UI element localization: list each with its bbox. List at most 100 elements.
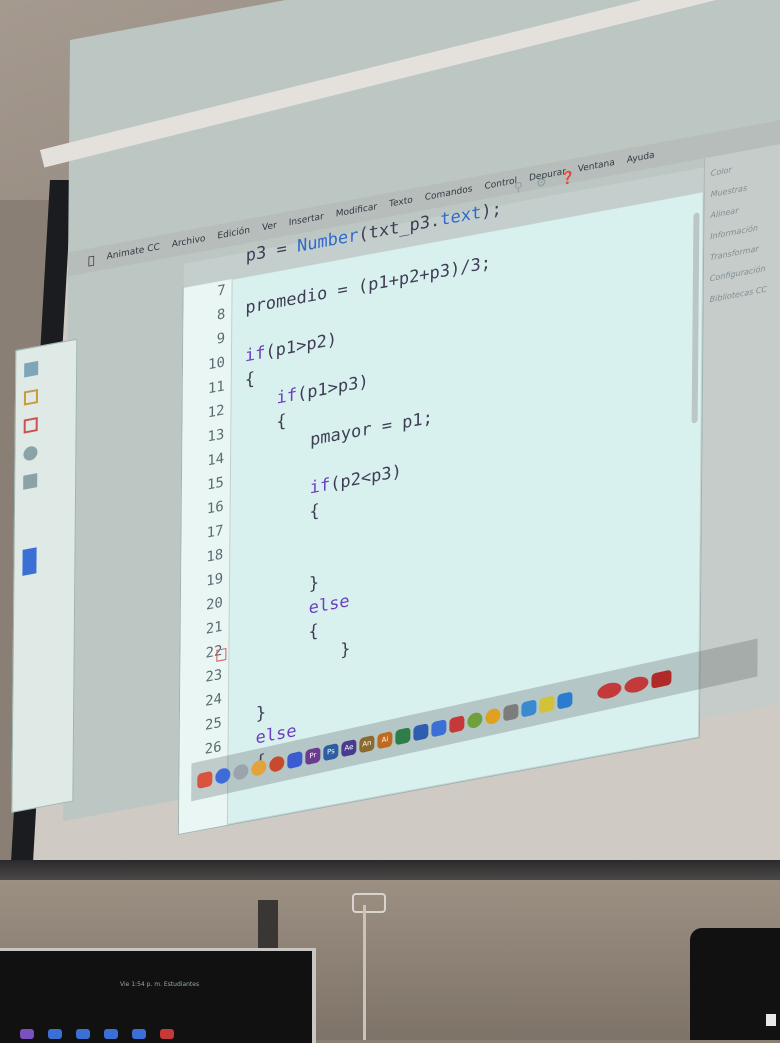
code-line: pmayor = p1;	[310, 407, 434, 451]
powerpoint-icon[interactable]	[449, 714, 465, 733]
code-text: (p2<p3)	[330, 461, 402, 495]
screen-pull-cord	[363, 905, 366, 1040]
code-keyword: else	[308, 591, 350, 619]
vscode-icon[interactable]	[557, 690, 573, 710]
line-number: 19	[206, 570, 224, 590]
laptop-dock-item	[766, 1014, 776, 1026]
line-number: 10	[208, 354, 226, 374]
app-icon[interactable]	[467, 710, 483, 730]
code-line: {	[308, 620, 319, 643]
line-number: 12	[207, 402, 225, 422]
app-icon[interactable]	[76, 1029, 90, 1039]
menu-control[interactable]: Control	[484, 176, 517, 192]
python-icon[interactable]	[521, 698, 537, 718]
code-line: if(p1>p2)	[245, 329, 337, 366]
menu-modificar[interactable]: Modificar	[336, 202, 377, 220]
search-icon[interactable]: ⚲	[514, 179, 523, 195]
right-panel: Color Muestras Alinear Información Trans…	[699, 134, 780, 720]
premiere-icon[interactable]: Pr	[305, 746, 321, 765]
menu-insertar[interactable]: Insertar	[289, 212, 324, 229]
line-number: 9	[216, 330, 226, 348]
code-keyword: if	[309, 474, 331, 499]
line-number: 25	[204, 714, 222, 734]
menu-app-name[interactable]: Animate CC	[107, 242, 160, 262]
app-icon[interactable]	[624, 674, 649, 695]
help-icon[interactable]: ❓	[560, 169, 575, 186]
safari-icon[interactable]	[233, 762, 249, 781]
menu-edicion[interactable]: Edición	[217, 226, 250, 242]
foreground-laptop-right	[690, 928, 780, 1040]
app-icon[interactable]	[503, 702, 519, 722]
menu-ver[interactable]: Ver	[262, 221, 277, 234]
pen-tool-icon[interactable]	[23, 473, 38, 490]
code-keyword: if	[244, 342, 266, 367]
code-line: }	[340, 638, 351, 661]
screen-cord-clip	[352, 893, 386, 913]
menu-texto[interactable]: Texto	[389, 195, 413, 209]
line-number: 17	[206, 522, 224, 542]
apple-icon[interactable]: 	[88, 253, 95, 267]
app-icon[interactable]	[132, 1029, 146, 1039]
code-line: {	[244, 368, 256, 391]
line-number: 13	[207, 426, 225, 446]
menu-comandos[interactable]: Comandos	[425, 184, 473, 203]
launchpad-icon[interactable]	[215, 766, 231, 785]
line-number: 14	[207, 450, 225, 470]
code-line: if(p1>p3)	[276, 372, 368, 409]
laptop-menubar: Vie 1:54 p. m. Estudiantes	[120, 981, 200, 988]
star-tool-icon[interactable]	[23, 445, 38, 462]
word-icon[interactable]	[413, 722, 429, 741]
app-icon[interactable]	[160, 1029, 174, 1039]
line-number: 15	[206, 474, 224, 494]
fold-marker-icon[interactable]	[216, 647, 227, 662]
add-icon[interactable]	[23, 388, 39, 406]
line-number: 11	[207, 378, 225, 398]
settings-icon[interactable]: ⚙	[536, 174, 547, 190]
menu-ventana[interactable]: Ventana	[578, 158, 615, 175]
code-text: (p1>p2)	[265, 329, 338, 363]
app-icon[interactable]	[20, 1029, 34, 1039]
chrome-icon[interactable]	[251, 758, 267, 777]
editor-scrollbar[interactable]	[691, 212, 700, 424]
line-number: 20	[205, 594, 223, 614]
excel-icon[interactable]	[395, 726, 411, 745]
after-effects-icon[interactable]: Ae	[341, 738, 357, 757]
app-icon[interactable]	[597, 680, 622, 701]
code-line: {	[309, 500, 320, 523]
tools-panel	[11, 338, 78, 813]
line-number: 8	[216, 306, 226, 324]
line-number: 7	[217, 282, 226, 300]
foreground-laptop-left: Vie 1:54 p. m. Estudiantes	[0, 948, 316, 1043]
firefox-icon[interactable]	[269, 754, 285, 773]
line-number: 18	[206, 546, 224, 566]
line-number: 24	[205, 690, 223, 710]
line-number: 21	[205, 618, 223, 638]
app-icon[interactable]	[104, 1029, 118, 1039]
illustrator-icon[interactable]: Ai	[377, 730, 393, 749]
color-swatch-icon[interactable]	[22, 547, 37, 576]
shape-tool-icon[interactable]	[23, 416, 38, 434]
code-text: (p1>p3)	[296, 371, 369, 405]
line-number-gutter: 7 8 9 10 11 12 13 14 15 16 17 18 19 20 2…	[178, 278, 233, 834]
app-icon[interactable]	[651, 668, 672, 689]
app-icon[interactable]	[485, 706, 501, 726]
animate-icon[interactable]: An	[359, 734, 375, 753]
finder-icon[interactable]	[197, 770, 213, 789]
code-line: }	[308, 572, 320, 595]
code-line: }	[255, 702, 267, 725]
app-icon[interactable]	[431, 718, 447, 737]
code-line: {	[276, 410, 287, 433]
code-text: );	[481, 198, 502, 223]
app-icon[interactable]	[539, 694, 555, 714]
menu-ayuda[interactable]: Ayuda	[627, 150, 655, 165]
photoshop-icon[interactable]: Ps	[323, 742, 339, 761]
menu-archivo[interactable]: Archivo	[172, 234, 206, 250]
app-icon[interactable]	[287, 750, 303, 769]
code-keyword: if	[276, 384, 298, 409]
line-number: 16	[206, 498, 224, 518]
line-number: 23	[205, 666, 223, 686]
code-line: if(p2<p3)	[310, 461, 402, 498]
laptop-dock	[20, 1029, 174, 1039]
select-tool-icon[interactable]	[24, 360, 39, 378]
app-icon[interactable]	[48, 1029, 62, 1039]
